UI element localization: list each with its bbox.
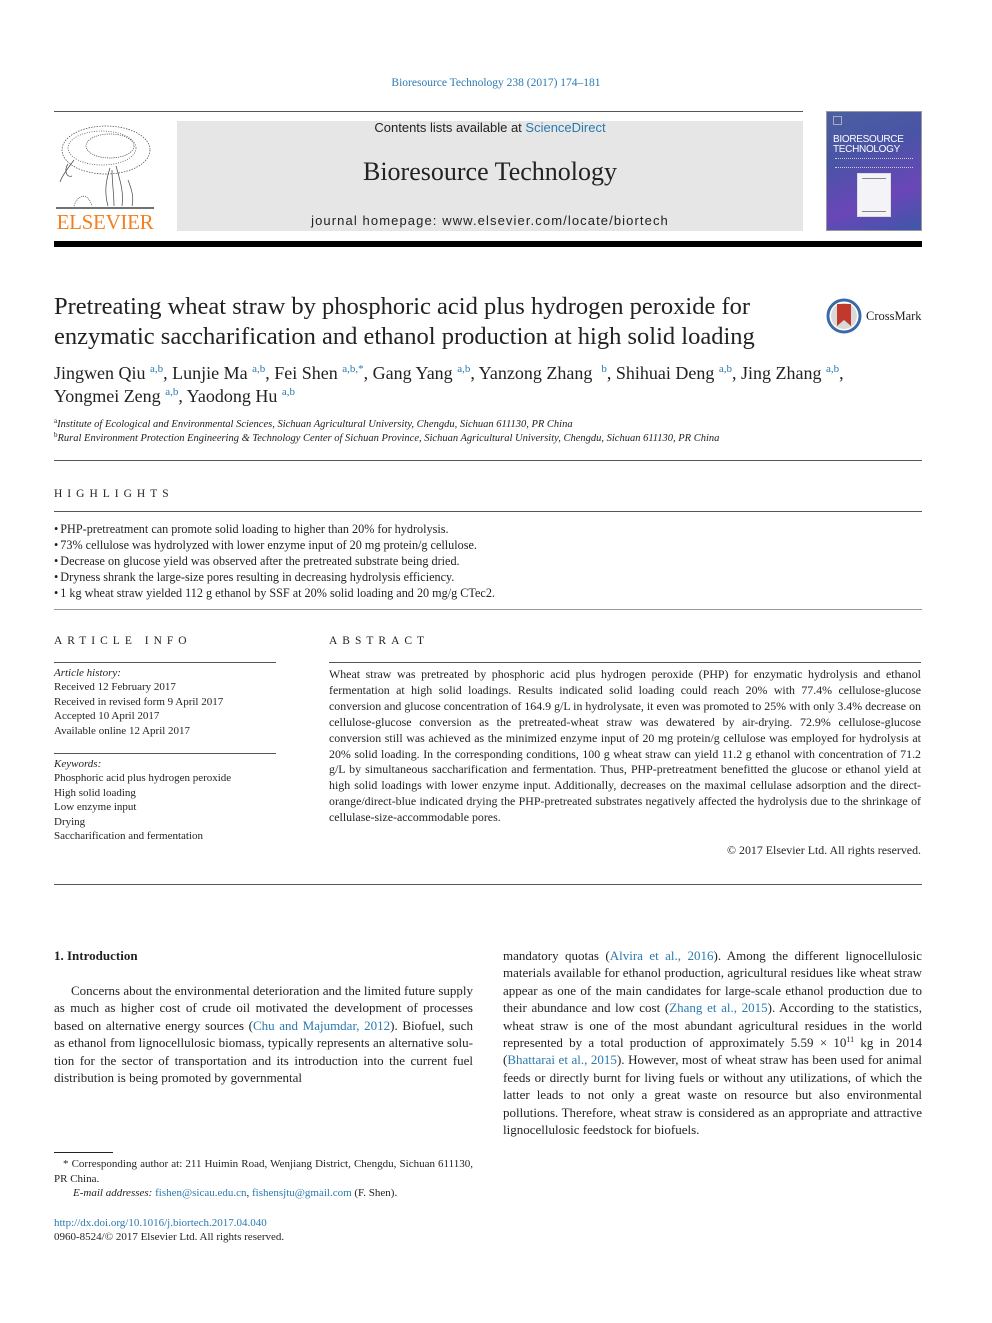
author-list: Jingwen Qiu a,b, Lunjie Ma a,b, Fei Shen… bbox=[54, 363, 844, 406]
highlight-item: Decrease on glucose yield was observed a… bbox=[54, 553, 922, 569]
author[interactable]: Jing Zhang a,b bbox=[741, 363, 839, 383]
keyword-item: Phosphoric acid plus hydrogen peroxide bbox=[54, 772, 232, 785]
author[interactable]: Yongmei Zeng a,b bbox=[54, 386, 178, 406]
highlights-end-rule bbox=[54, 609, 922, 610]
highlight-item: 73% cellulose was hydrolyzed with lower … bbox=[54, 537, 922, 553]
ref-link[interactable]: Zhang et al., 2015 bbox=[669, 1000, 767, 1015]
header-thick-rule bbox=[54, 241, 922, 247]
highlight-item: Dryness shrank the large-size pores resu… bbox=[54, 569, 922, 585]
keywords-label: Keywords: bbox=[54, 758, 102, 770]
keyword-item: Low enzyme input bbox=[54, 801, 137, 814]
contents-prefix: Contents lists available at bbox=[374, 120, 526, 135]
keyword-item: Drying bbox=[54, 815, 86, 828]
journal-homepage-link[interactable]: journal homepage: www.elsevier.com/locat… bbox=[177, 213, 803, 228]
sciencedirect-link[interactable]: ScienceDirect bbox=[525, 120, 605, 135]
abstract-copyright: © 2017 Elsevier Ltd. All rights reserved… bbox=[727, 843, 921, 857]
keyword-item: High solid loading bbox=[54, 786, 136, 799]
crossmark-icon bbox=[826, 298, 862, 334]
affiliation-b: bRural Environment Protection Engineerin… bbox=[54, 431, 720, 444]
intro-paragraph-left: Concerns about the environmental deterio… bbox=[54, 983, 473, 1086]
article-info-rule bbox=[54, 662, 276, 663]
cover-title-line2: TECHNOLOGY bbox=[833, 144, 901, 155]
author[interactable]: Jingwen Qiu a,b bbox=[54, 363, 163, 383]
ref-link[interactable]: Alvira et al., 2016 bbox=[610, 948, 714, 963]
abstract-rule bbox=[329, 662, 921, 663]
ref-link[interactable]: Chu and Majumdar, 2012 bbox=[253, 1018, 390, 1033]
ref-link[interactable]: Bhattarai et al., 2015 bbox=[507, 1052, 617, 1067]
history-item: Available online 12 April 2017 bbox=[54, 724, 191, 737]
corresponding-author-note: * Corresponding author at: 211 Huimin Ro… bbox=[54, 1158, 473, 1185]
journal-citation-link[interactable]: Bioresource Technology 238 (2017) 174–18… bbox=[0, 77, 992, 89]
affiliation-a: aInstitute of Ecological and Environment… bbox=[54, 417, 573, 430]
author[interactable]: Fei Shen a,b,* bbox=[274, 363, 363, 383]
intro-paragraph-right: mandatory quotas (Alvira et al., 2016). … bbox=[503, 948, 922, 1138]
article-info-heading: ARTICLE INFO bbox=[54, 635, 192, 647]
email-note: E-mail addresses: fishen@sicau.edu.cn, f… bbox=[73, 1187, 398, 1199]
author[interactable]: Yanzong Zhang b bbox=[479, 363, 607, 383]
highlights-rule bbox=[54, 511, 922, 512]
front-matter-end-rule bbox=[54, 884, 922, 885]
introduction-heading: 1. Introduction bbox=[54, 948, 138, 963]
doi-link[interactable]: http://dx.doi.org/10.1016/j.biortech.201… bbox=[54, 1217, 267, 1229]
contents-line: Contents lists available at ScienceDirec… bbox=[177, 120, 803, 135]
history-item: Received in revised form 9 April 2017 bbox=[54, 695, 224, 708]
cover-text-lines bbox=[835, 158, 913, 168]
history-item: Received 12 February 2017 bbox=[54, 681, 176, 694]
article-title: Pretreating wheat straw by phosphoric ac… bbox=[54, 293, 755, 350]
email-link[interactable]: fishen@sicau.edu.cn bbox=[155, 1187, 246, 1199]
journal-name: Bioresource Technology bbox=[362, 157, 618, 186]
footnote-rule bbox=[54, 1152, 113, 1153]
journal-cover-image[interactable]: BIORESOURCE TECHNOLOGY bbox=[826, 111, 922, 231]
section-divider bbox=[54, 460, 922, 461]
abstract-heading: ABSTRACT bbox=[329, 635, 430, 647]
history-item: Accepted 10 April 2017 bbox=[54, 710, 160, 723]
highlights-heading: HIGHLIGHTS bbox=[54, 488, 174, 500]
article-history: Article history: Received 12 February 20… bbox=[54, 666, 276, 738]
author[interactable]: Yaodong Hu a,b bbox=[187, 386, 295, 406]
crossmark-label: CrossMark bbox=[866, 308, 922, 323]
article-history-label: Article history: bbox=[54, 667, 121, 679]
crossmark-button[interactable]: CrossMark bbox=[826, 298, 926, 334]
author[interactable]: Gang Yang a,b bbox=[373, 363, 471, 383]
header-rule bbox=[54, 111, 803, 112]
elsevier-logo-text: ELSEVIER bbox=[56, 210, 154, 234]
author[interactable]: Lunjie Ma a,b bbox=[172, 363, 265, 383]
cover-elsevier-icon bbox=[833, 116, 842, 125]
cover-title: BIORESOURCE TECHNOLOGY bbox=[833, 135, 904, 155]
email-link[interactable]: fishensjtu@gmail.com bbox=[252, 1187, 352, 1199]
author[interactable]: Shihuai Deng a,b bbox=[616, 363, 732, 383]
keywords: Keywords: Phosphoric acid plus hydrogen … bbox=[54, 757, 276, 843]
cover-figure bbox=[857, 173, 891, 217]
issn-copyright: 0960-8524/© 2017 Elsevier Ltd. All right… bbox=[54, 1231, 285, 1243]
abstract-text: Wheat straw was pretreated by phosphoric… bbox=[329, 667, 921, 825]
highlight-item: PHP-pretreatment can promote solid loadi… bbox=[54, 521, 922, 537]
highlights-list: PHP-pretreatment can promote solid loadi… bbox=[54, 521, 922, 601]
highlight-item: 1 kg wheat straw yielded 112 g ethanol b… bbox=[54, 585, 922, 601]
keyword-item: Saccharification and fermentation bbox=[54, 830, 204, 843]
keywords-rule bbox=[54, 753, 276, 754]
